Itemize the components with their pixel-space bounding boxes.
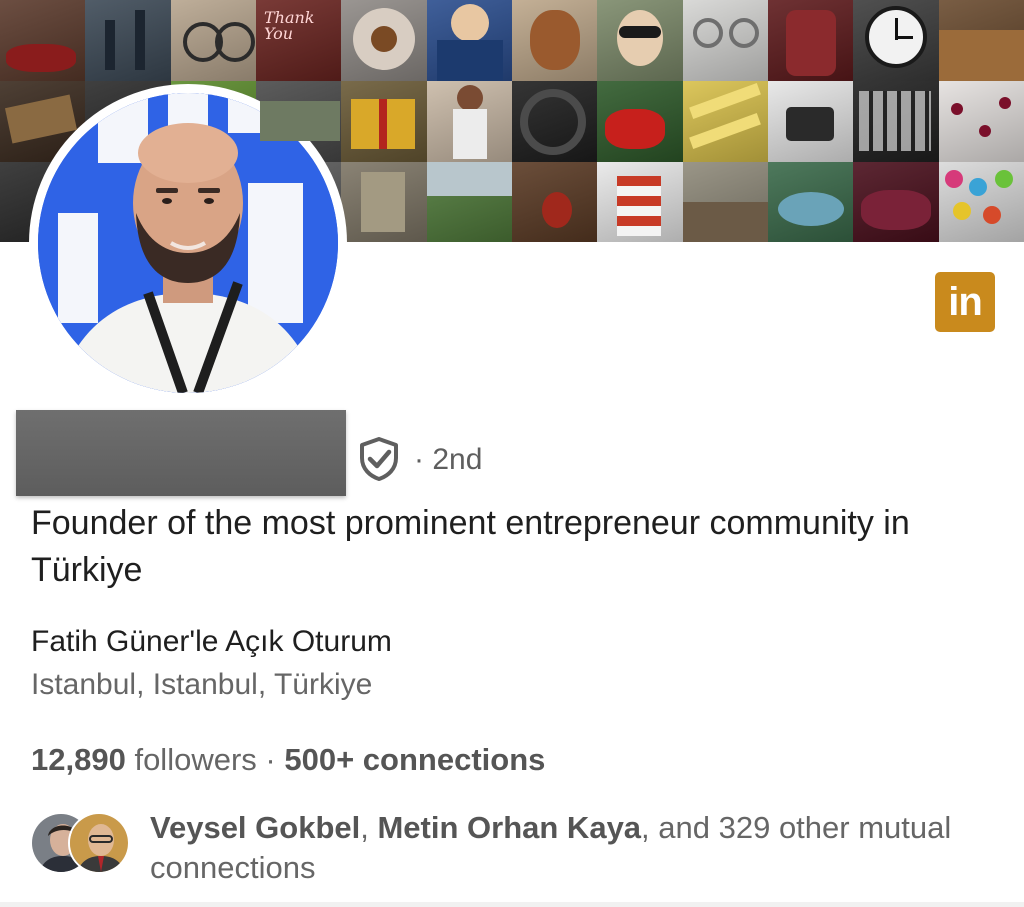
banner-tile-label: Thank You xyxy=(263,8,315,43)
banner-tile xyxy=(853,81,939,162)
connections-count[interactable]: 500+ connections xyxy=(284,742,545,777)
profile-location: Istanbul, Istanbul, Türkiye xyxy=(31,668,373,701)
followers-label[interactable]: followers xyxy=(134,742,256,777)
banner-tile xyxy=(85,0,171,81)
banner-tile xyxy=(682,162,768,242)
connection-degree: · 2nd xyxy=(414,443,483,476)
banner-tile xyxy=(767,81,854,162)
banner-tile xyxy=(597,81,683,162)
followers-count[interactable]: 12,890 xyxy=(31,742,126,777)
banner-tile xyxy=(426,0,512,81)
linkedin-logo-text: in xyxy=(948,279,983,324)
banner-tile xyxy=(511,81,598,162)
banner-tile xyxy=(341,162,427,242)
banner-tile xyxy=(853,0,939,81)
banner-tile xyxy=(853,162,939,242)
banner-tile xyxy=(597,0,683,81)
section-divider xyxy=(0,902,1024,907)
mutual-connections-text[interactable]: Veysel Gokbel, Metin Orhan Kaya, and 329… xyxy=(150,808,1010,888)
banner-tile xyxy=(170,0,256,81)
banner-tile xyxy=(938,0,1024,81)
shield-check-icon[interactable] xyxy=(356,436,402,482)
banner-tile xyxy=(341,0,427,81)
stats-separator: · xyxy=(265,742,276,777)
banner-tile xyxy=(597,162,683,242)
mutual-name-2[interactable]: Metin Orhan Kaya xyxy=(377,810,641,845)
profile-name-redacted xyxy=(16,410,346,496)
profile-headline: Founder of the most prominent entreprene… xyxy=(31,504,910,589)
banner-tile xyxy=(511,0,598,81)
mutual-comma: , xyxy=(360,810,369,845)
profile-stats: 12,890 followers · 500+ connections xyxy=(31,740,545,780)
mutual-avatar xyxy=(68,812,130,874)
current-company[interactable]: Fatih Güner'le Açık Oturum xyxy=(31,622,392,662)
banner-tile xyxy=(341,81,427,162)
banner-tile xyxy=(682,0,768,81)
banner-tile xyxy=(426,162,512,242)
banner-tile xyxy=(682,81,768,162)
mutual-connection-avatars[interactable] xyxy=(30,812,132,878)
banner-tile xyxy=(426,81,512,162)
mutual-name-1[interactable]: Veysel Gokbel xyxy=(150,810,360,845)
banner-tile xyxy=(938,162,1024,242)
banner-tile xyxy=(938,81,1024,162)
banner-tile xyxy=(767,162,854,242)
banner-tile xyxy=(511,162,598,242)
banner-tile: Thank You xyxy=(255,0,342,81)
banner-tile xyxy=(767,0,854,81)
linkedin-logo-icon: in xyxy=(935,272,995,332)
banner-tile xyxy=(0,0,86,81)
